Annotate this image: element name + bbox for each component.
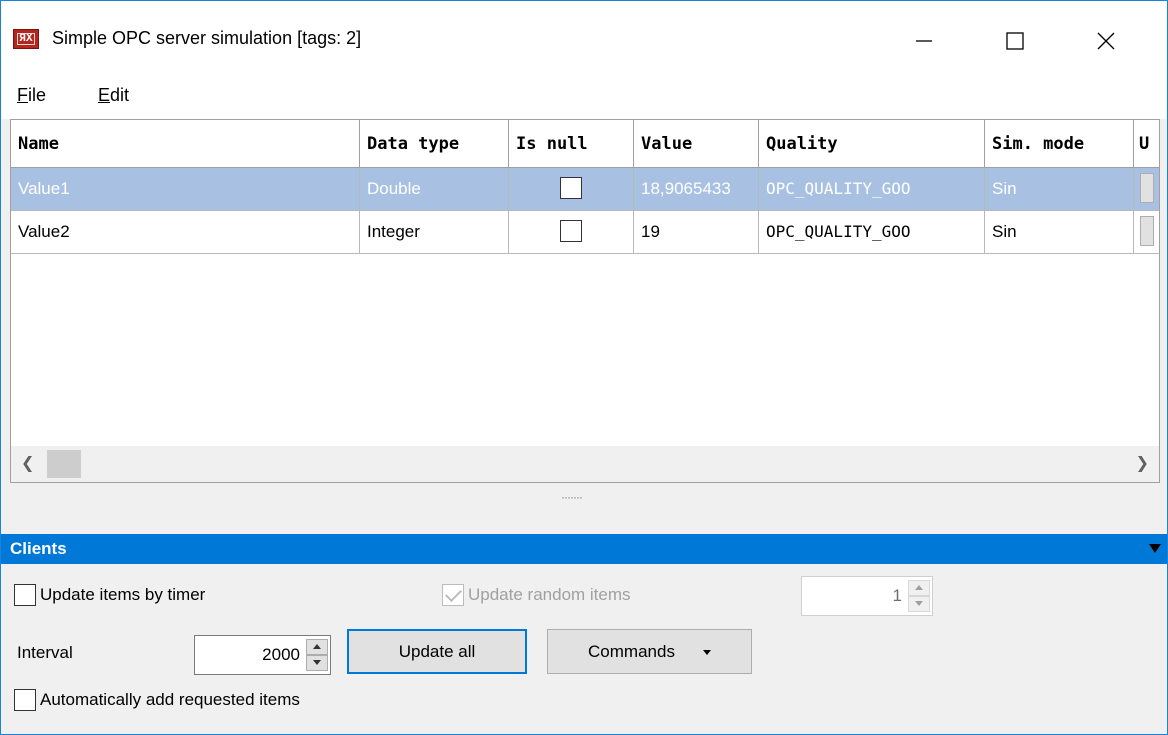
table-row[interactable]: Value2 Integer 19 OPC_QUALITY_GOO Sin — [11, 211, 1159, 254]
spin-up-icon — [908, 580, 930, 596]
column-header-is-null[interactable]: Is null — [509, 120, 634, 168]
menu-edit-label: dit — [110, 85, 130, 105]
cell-data-type[interactable]: Integer — [360, 211, 509, 254]
cell-u — [1134, 168, 1159, 211]
cell-quality[interactable]: OPC_QUALITY_GOO — [759, 168, 985, 211]
random-count-spin-buttons — [908, 580, 930, 612]
cell-sim-mode[interactable]: Sin — [985, 168, 1134, 211]
random-count-stepper: 1 — [801, 576, 933, 616]
app-icon: ЯX — [13, 29, 39, 49]
update-items-by-timer-checkbox[interactable]: Update items by timer — [14, 584, 205, 606]
cell-data-type[interactable]: Double — [360, 168, 509, 211]
horizontal-scrollbar[interactable]: ❮ ❯ — [11, 446, 1159, 482]
scroll-left-icon[interactable]: ❮ — [21, 453, 34, 473]
column-header-value[interactable]: Value — [634, 120, 759, 168]
update-random-items-label: Update random items — [468, 585, 631, 604]
update-all-button[interactable]: Update all — [347, 629, 527, 674]
clients-panel-title: Clients — [10, 539, 67, 558]
tags-grid[interactable]: Name Data type Is null Value Quality Sim… — [10, 119, 1160, 483]
cell-u — [1134, 211, 1159, 254]
auto-add-requested-items-label: Automatically add requested items — [40, 690, 300, 709]
grid-header: Name Data type Is null Value Quality Sim… — [11, 120, 1159, 168]
minimize-icon — [916, 40, 932, 42]
random-count-value: 1 — [892, 586, 902, 605]
cell-is-null — [509, 168, 634, 211]
minimize-button[interactable] — [879, 15, 969, 67]
checkbox-box — [14, 689, 36, 711]
close-icon — [1097, 32, 1115, 50]
menu-file[interactable]: File — [17, 85, 46, 106]
row-edit-button[interactable] — [1140, 173, 1154, 204]
dropdown-arrow-icon — [702, 650, 711, 656]
menu-file-label: ile — [28, 85, 47, 105]
menu-edit[interactable]: Edit — [98, 85, 129, 106]
column-header-quality[interactable]: Quality — [759, 120, 985, 168]
interval-spin-buttons — [306, 639, 328, 671]
column-header-name[interactable]: Name — [11, 120, 360, 168]
update-items-by-timer-label: Update items by timer — [40, 585, 206, 604]
interval-label: Interval — [17, 643, 73, 662]
cell-name[interactable]: Value2 — [11, 211, 360, 254]
window-title: Simple OPC server simulation [tags: 2] — [52, 28, 362, 48]
spin-up-icon[interactable] — [306, 639, 328, 655]
is-null-checkbox[interactable] — [560, 220, 582, 243]
splitter-grip[interactable]: ······· — [561, 490, 583, 504]
checkbox-box-checked — [442, 584, 464, 606]
spin-down-icon[interactable] — [306, 655, 328, 671]
main-window: ЯX Simple OPC server simulation [tags: 2… — [0, 0, 1168, 735]
row-edit-button[interactable] — [1140, 216, 1154, 247]
cell-value[interactable]: 18,9065433 — [634, 168, 759, 211]
title-bar[interactable]: ЯX Simple OPC server simulation [tags: 2… — [1, 1, 1167, 77]
maximize-button[interactable] — [970, 15, 1060, 67]
update-all-label: Update all — [398, 642, 476, 661]
auto-add-requested-items-checkbox[interactable]: Automatically add requested items — [14, 689, 300, 711]
menu-file-mnemonic: F — [17, 85, 28, 105]
menu-edit-mnemonic: E — [98, 85, 111, 105]
update-random-items-checkbox: Update random items — [442, 584, 631, 606]
close-button[interactable] — [1061, 15, 1151, 67]
cell-sim-mode[interactable]: Sin — [985, 211, 1134, 254]
column-header-sim-mode[interactable]: Sim. mode — [985, 120, 1134, 168]
collapse-triangle-icon[interactable] — [1149, 544, 1161, 553]
clients-panel-header[interactable]: Clients — [1, 534, 1167, 564]
is-null-checkbox[interactable] — [560, 177, 582, 200]
checkbox-box — [14, 584, 36, 606]
scroll-right-icon[interactable]: ❯ — [1136, 453, 1149, 473]
commands-label: Commands — [588, 642, 675, 661]
column-header-data-type[interactable]: Data type — [360, 120, 509, 168]
cell-quality[interactable]: OPC_QUALITY_GOO — [759, 211, 985, 254]
scrollbar-thumb[interactable] — [47, 450, 81, 478]
column-header-u[interactable]: U — [1134, 120, 1159, 168]
menu-bar: File Edit — [1, 77, 1167, 119]
interval-stepper[interactable]: 2000 — [194, 635, 331, 675]
maximize-icon — [1006, 32, 1024, 50]
interval-value[interactable]: 2000 — [262, 636, 300, 674]
cell-is-null — [509, 211, 634, 254]
commands-dropdown-button[interactable]: Commands — [547, 629, 752, 674]
spin-down-icon — [908, 596, 930, 612]
cell-value[interactable]: 19 — [634, 211, 759, 254]
table-row[interactable]: Value1 Double 18,9065433 OPC_QUALITY_GOO… — [11, 168, 1159, 211]
cell-name[interactable]: Value1 — [11, 168, 360, 211]
